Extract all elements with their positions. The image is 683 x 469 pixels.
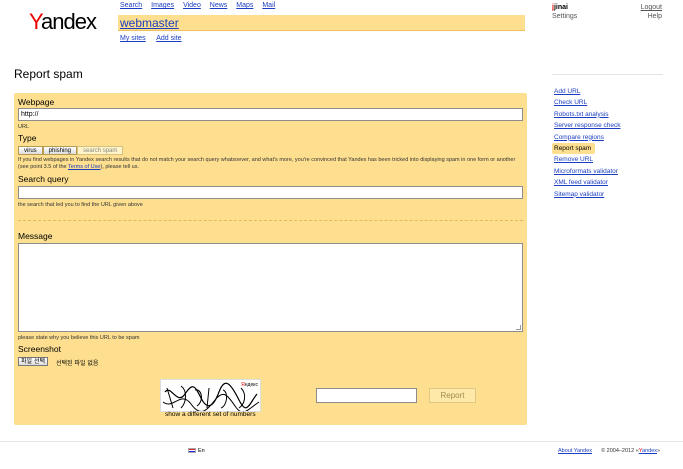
copyright: © 2004–2012 «Yandex» [601, 448, 661, 454]
webpage-hint: URL [18, 124, 30, 130]
yandex-logo[interactable]: Yandex [29, 9, 97, 35]
service-bar: webmaster [118, 15, 525, 31]
sub-nav: My sites Add site [120, 35, 191, 42]
top-nav: Search Images Video News Maps Mail [120, 2, 282, 9]
sidebar-item-compare-regions[interactable]: Compare regions [552, 132, 664, 143]
tab-virus[interactable]: virus [18, 146, 43, 155]
yandex-home-link[interactable]: Yandex [639, 448, 657, 454]
sidebar-item-microformats[interactable]: Microformats validator [552, 166, 664, 177]
sidebar: Add URL Check URL Robots.txt analysis Se… [552, 86, 664, 200]
captcha-brand: Яндекс [241, 382, 258, 388]
page-title: Report spam [14, 67, 83, 81]
sidebar-item-add-url[interactable]: Add URL [552, 86, 664, 97]
sidebar-item-report-spam[interactable]: Report spam [552, 142, 595, 155]
query-hint: the search that led you to find the URL … [18, 202, 143, 208]
nav-images[interactable]: Images [151, 2, 174, 9]
nav-video[interactable]: Video [183, 2, 201, 9]
webpage-input[interactable] [18, 108, 523, 121]
tab-search-spam[interactable]: search spam [77, 146, 124, 155]
message-hint: please state why you believe this URL to… [18, 335, 140, 341]
help-link[interactable]: Help [648, 13, 662, 20]
webpage-label: Webpage [18, 97, 55, 107]
sidebar-item-remove-url[interactable]: Remove URL [552, 154, 664, 165]
divider [18, 220, 523, 221]
type-tabs: virus phishing search spam [18, 146, 124, 155]
report-form: Webpage URL Type virus phishing search s… [14, 93, 527, 425]
tab-phishing[interactable]: phishing [42, 146, 78, 155]
sidebar-divider [552, 74, 663, 75]
add-site-link[interactable]: Add site [156, 35, 181, 42]
logout-link[interactable]: Logout [641, 4, 662, 11]
user-links: Logout Help [641, 3, 662, 21]
screenshot-label: Screenshot [18, 344, 61, 354]
nav-maps[interactable]: Maps [236, 2, 253, 9]
settings-link[interactable]: Settings [552, 13, 577, 20]
sidebar-item-robots[interactable]: Robots.txt analysis [552, 109, 664, 120]
nav-mail[interactable]: Mail [262, 2, 275, 9]
file-status: 선택된 파일 없음 [56, 360, 99, 367]
type-hint: If you find webpages in Yandex search re… [18, 157, 516, 170]
query-input[interactable] [18, 186, 523, 199]
type-label: Type [18, 133, 37, 143]
footer-links: About Yandex © 2004–2012 «Yandex» [558, 448, 660, 454]
terms-link[interactable]: Terms of Use [68, 164, 100, 170]
username[interactable]: jjinai [552, 4, 568, 11]
report-button[interactable]: Report [429, 388, 476, 403]
sidebar-item-server-check[interactable]: Server response check [552, 120, 664, 131]
about-link[interactable]: About Yandex [558, 448, 592, 454]
flag-icon [188, 448, 196, 454]
sidebar-item-sitemap[interactable]: Sitemap validator [552, 189, 664, 200]
nav-search[interactable]: Search [120, 2, 142, 9]
language-switch[interactable]: En [188, 448, 205, 454]
sidebar-item-check-url[interactable]: Check URL [552, 97, 664, 108]
message-label: Message [18, 231, 53, 241]
resize-handle[interactable] [516, 325, 521, 330]
message-textarea[interactable] [18, 243, 523, 332]
captcha-image: Яндекс [160, 379, 261, 412]
user-block: jjinai Settings [552, 3, 577, 21]
captcha-input[interactable] [316, 388, 417, 403]
query-label: Search query [18, 174, 69, 184]
my-sites-link[interactable]: My sites [120, 35, 146, 42]
sidebar-item-xml-feed[interactable]: XML feed validator [552, 177, 664, 188]
service-title[interactable]: webmaster [120, 16, 179, 30]
nav-news[interactable]: News [210, 2, 228, 9]
choose-file-button[interactable]: 파일 선택 [18, 357, 48, 366]
captcha-refresh-link[interactable]: show a different set of numbers [165, 411, 256, 418]
footer-divider [0, 441, 683, 442]
